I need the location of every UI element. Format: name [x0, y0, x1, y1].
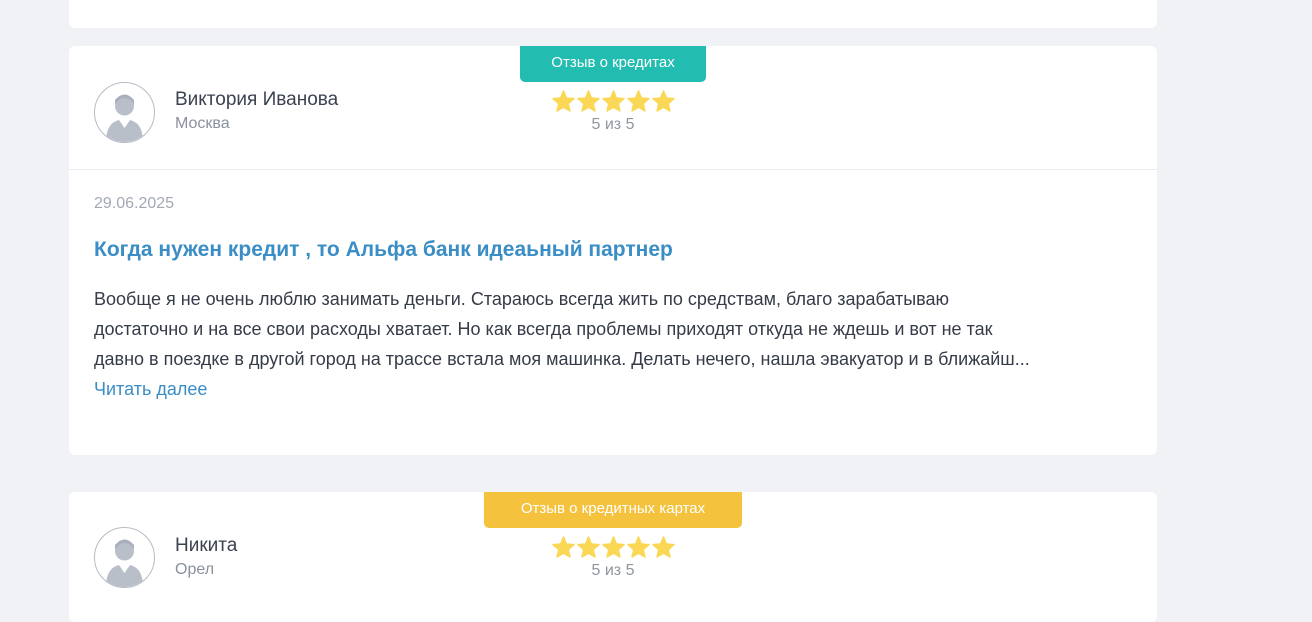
- star-rating: [551, 90, 675, 112]
- star-icon: [626, 536, 650, 558]
- rating-text: 5 из 5: [591, 116, 635, 133]
- review-date: 29.06.2025: [94, 195, 175, 212]
- star-icon: [651, 90, 675, 112]
- star-icon: [601, 90, 625, 112]
- review-rating: 5 из 5: [551, 90, 675, 135]
- review-rating: 5 из 5: [551, 536, 675, 581]
- review-text-line: достаточно и на все свои расходы хватает…: [94, 319, 993, 339]
- review-category-badge[interactable]: Отзыв о кредитных картах: [484, 492, 742, 528]
- star-icon: [651, 536, 675, 558]
- author-city: Москва: [175, 115, 230, 132]
- star-rating: [551, 536, 675, 558]
- author-name: Никита: [175, 535, 238, 556]
- review-card: Отзыв о кредитах Виктория Иванова Москва…: [69, 46, 1157, 455]
- review-text-line: Вообще я не очень люблю занимать деньги.…: [94, 289, 950, 309]
- review-category-badge[interactable]: Отзыв о кредитах: [520, 46, 706, 82]
- read-more-link[interactable]: Читать далее: [94, 375, 207, 403]
- review-text: Вообще я не очень люблю занимать деньги.…: [94, 284, 1126, 374]
- review-title[interactable]: Когда нужен кредит , то Альфа банк идеаь…: [94, 236, 673, 264]
- star-icon: [551, 536, 575, 558]
- author-city: Орел: [175, 561, 215, 578]
- previous-review-card: [69, 0, 1157, 28]
- star-icon: [576, 536, 600, 558]
- author-name: Виктория Иванова: [175, 89, 339, 110]
- review-card: Отзыв о кредитных картах Никита Орел 5 и…: [69, 492, 1157, 622]
- review-text-line: давно в поездке в другой город на трассе…: [94, 349, 1030, 369]
- star-icon: [551, 90, 575, 112]
- review-author: Виктория Иванова Москва: [175, 89, 338, 134]
- rating-text: 5 из 5: [591, 562, 635, 579]
- user-silhouette-icon: [94, 527, 155, 588]
- card-divider: [69, 169, 1157, 170]
- star-icon: [601, 536, 625, 558]
- star-icon: [626, 90, 650, 112]
- user-silhouette-icon: [94, 82, 155, 143]
- star-icon: [576, 90, 600, 112]
- review-author: Никита Орел: [175, 535, 237, 580]
